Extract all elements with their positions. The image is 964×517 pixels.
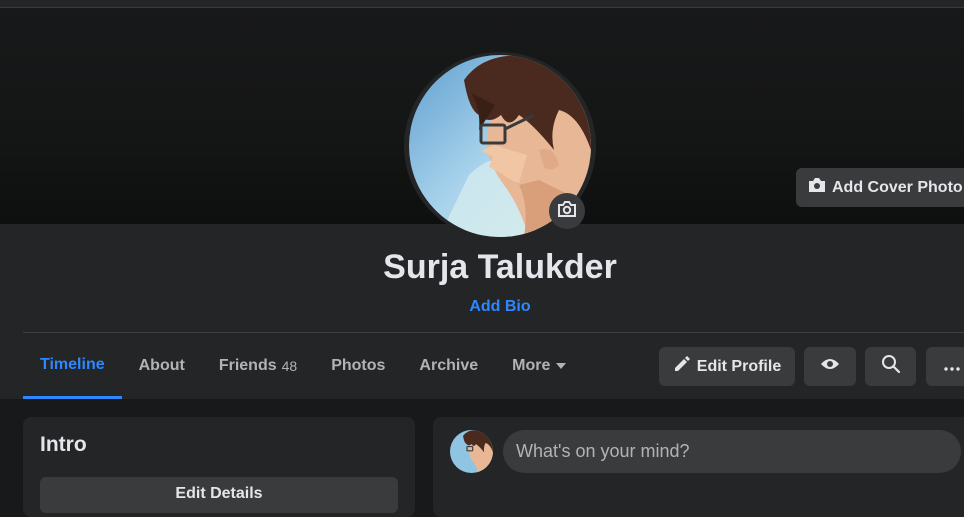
tab-about[interactable]: About: [122, 333, 202, 399]
edit-details-button[interactable]: Edit Details: [40, 477, 398, 513]
top-navigation-bar: [0, 0, 964, 8]
ellipsis-icon: [944, 358, 960, 376]
search-profile-button[interactable]: [865, 347, 916, 386]
intro-title: Intro: [40, 433, 87, 456]
eye-icon: [820, 357, 840, 376]
edit-profile-button[interactable]: Edit Profile: [659, 347, 795, 386]
tab-friends[interactable]: Friends 48: [202, 333, 314, 399]
profile-name: Surja Talukder: [383, 248, 617, 286]
tab-archive[interactable]: Archive: [402, 333, 495, 399]
add-bio-link[interactable]: Add Bio: [0, 298, 964, 316]
tab-more[interactable]: More: [495, 333, 583, 399]
profile-tabs: Timeline About Friends 48 Photos Archive …: [23, 333, 583, 399]
tab-photos[interactable]: Photos: [314, 333, 402, 399]
add-cover-photo-label: Add Cover Photo: [832, 178, 963, 196]
camera-icon: [808, 177, 826, 198]
view-as-button[interactable]: [804, 347, 856, 386]
camera-icon: [557, 200, 577, 223]
update-profile-picture-button[interactable]: [549, 193, 585, 229]
chevron-down-icon: [556, 363, 567, 369]
search-icon: [881, 354, 901, 379]
more-options-button[interactable]: [926, 347, 964, 386]
friends-count: 48: [281, 358, 298, 374]
tab-timeline[interactable]: Timeline: [23, 333, 122, 399]
intro-card: Intro Edit Details: [23, 417, 415, 517]
avatar[interactable]: [450, 430, 493, 473]
add-cover-photo-button[interactable]: Add Cover Photo: [796, 168, 964, 207]
create-post-card: What's on your mind?: [433, 417, 964, 517]
pencil-icon: [673, 355, 691, 378]
edit-profile-label: Edit Profile: [696, 357, 782, 375]
whats-on-your-mind-input[interactable]: What's on your mind?: [503, 430, 961, 473]
